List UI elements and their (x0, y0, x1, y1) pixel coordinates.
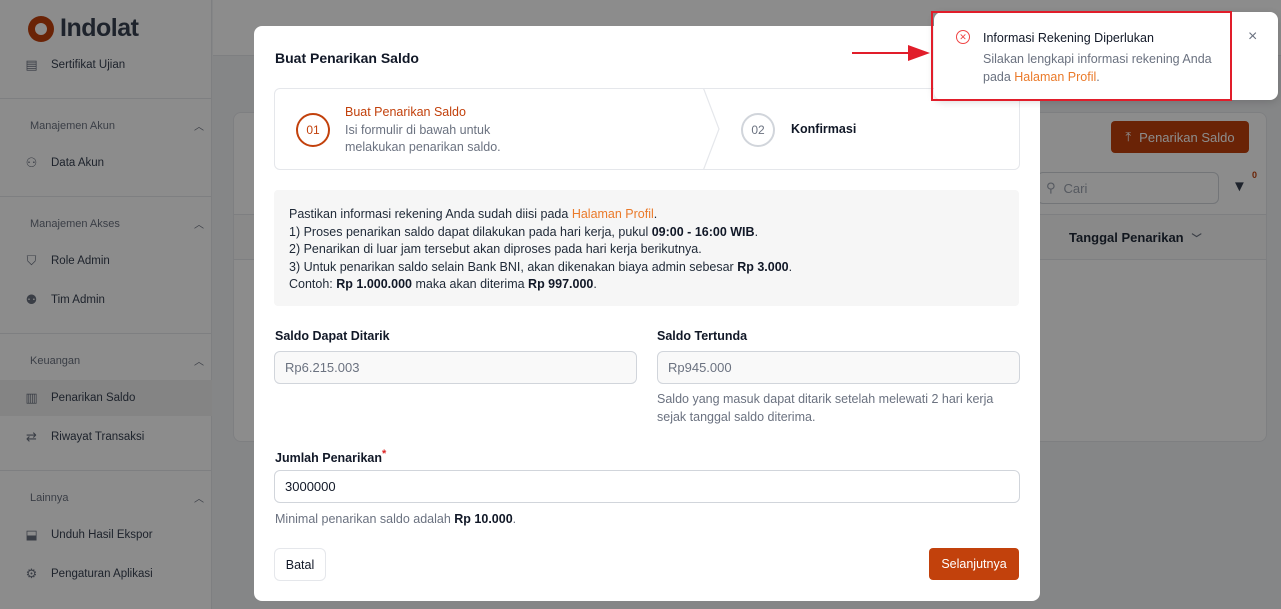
saldo-ditarik-field: Rp6.215.003 (274, 351, 637, 384)
saldo-tertunda-help: Saldo yang masuk dapat ditarik setelah m… (657, 392, 994, 424)
step-number: 01 (296, 113, 330, 147)
stepper: 01 Buat Penarikan Saldo Isi formulir di … (274, 88, 1020, 170)
info-box: Pastikan informasi rekening Anda sudah d… (274, 190, 1019, 306)
step-1: 01 Buat Penarikan Saldo Isi formulir di … (275, 89, 705, 169)
next-button[interactable]: Selanjutnya (929, 548, 1019, 580)
step-separator-chevron (703, 89, 720, 169)
saldo-ditarik-label: Saldo Dapat Ditarik (275, 329, 390, 343)
annotation-arrow (852, 45, 930, 61)
step-title: Buat Penarikan Saldo (345, 105, 466, 119)
jumlah-penarikan-input[interactable] (274, 470, 1020, 503)
step-title: Konfirmasi (791, 122, 857, 136)
step-number: 02 (741, 113, 775, 147)
profile-page-link[interactable]: Halaman Profil (572, 207, 654, 221)
modal-title: Buat Penarikan Saldo (275, 50, 419, 66)
saldo-tertunda-label: Saldo Tertunda (657, 329, 748, 343)
withdraw-modal: Buat Penarikan Saldo 01 Buat Penarikan S… (254, 26, 1040, 601)
saldo-tertunda-field: Rp945.000 (657, 351, 1020, 384)
close-icon[interactable]: × (1248, 28, 1257, 46)
step-description: Isi formulir di bawah untuk melakukan pe… (345, 123, 501, 154)
annotation-highlight-box (931, 11, 1232, 101)
jumlah-penarikan-label: Jumlah Penarikan* (275, 448, 387, 466)
jumlah-penarikan-help: Minimal penarikan saldo adalah Rp 10.000… (275, 512, 517, 526)
cancel-button[interactable]: Batal (274, 548, 326, 581)
